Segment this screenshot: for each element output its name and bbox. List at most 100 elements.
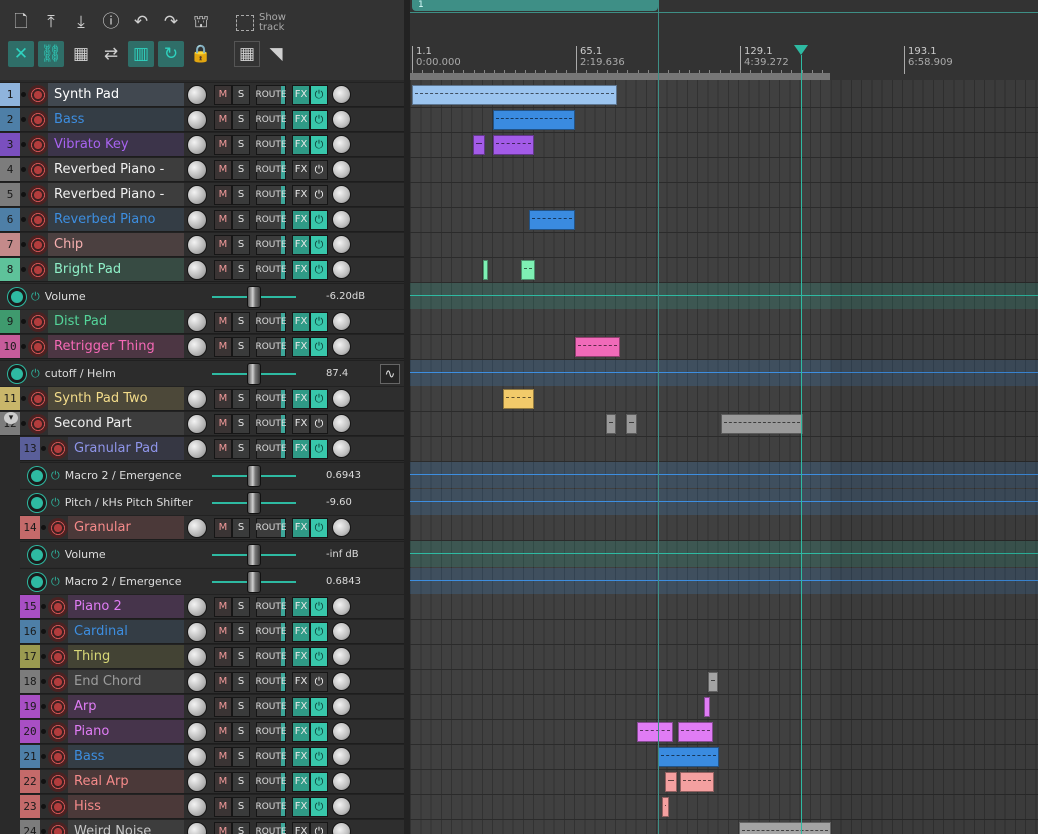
track-row[interactable]: 24 Weird Noise M S ROUTE FX ⏻ xyxy=(20,819,404,834)
pan-knob[interactable] xyxy=(332,260,351,279)
fx-bypass-button[interactable]: ⏻ xyxy=(310,413,328,434)
mute-button[interactable]: M xyxy=(214,596,232,617)
solo-button[interactable]: S xyxy=(232,621,250,642)
volume-knob[interactable] xyxy=(187,84,207,105)
play-cursor-marker[interactable] xyxy=(794,45,808,55)
pan-knob[interactable] xyxy=(332,210,351,229)
new-file-icon[interactable]: 🗋 xyxy=(8,9,34,35)
track-row[interactable]: 13 Granular Pad M S ROUTE FX ⏻ xyxy=(20,436,404,461)
pan-knob[interactable] xyxy=(332,822,351,834)
pan-knob[interactable] xyxy=(332,747,351,766)
solo-button[interactable]: S xyxy=(232,596,250,617)
mute-button[interactable]: M xyxy=(214,134,232,155)
record-arm-button[interactable] xyxy=(48,821,68,834)
solo-button[interactable]: S xyxy=(232,721,250,742)
volume-knob[interactable] xyxy=(187,184,207,205)
mute-button[interactable]: M xyxy=(214,771,232,792)
volume-knob[interactable] xyxy=(187,821,207,834)
volume-knob[interactable] xyxy=(187,796,207,817)
envelope-shape-button[interactable]: ∿ xyxy=(380,364,400,384)
mute-button[interactable]: M xyxy=(214,746,232,767)
fx-bypass-button[interactable]: ⏻ xyxy=(310,259,328,280)
mute-button[interactable]: M xyxy=(214,413,232,434)
envelope-power-icon[interactable]: ⏻ xyxy=(31,367,40,381)
media-item[interactable] xyxy=(493,135,534,155)
pan-knob[interactable] xyxy=(332,414,351,433)
track-row[interactable]: 7 Chip M S ROUTE FX ⏻ xyxy=(0,232,404,257)
route-button[interactable]: ROUTE xyxy=(255,438,287,459)
track-row[interactable]: 18 End Chord M S ROUTE FX ⏻ xyxy=(20,669,404,694)
media-item[interactable] xyxy=(575,337,620,357)
track-name[interactable]: Weird Noise xyxy=(68,820,184,834)
ripple-icon[interactable]: ⇄ xyxy=(98,41,124,67)
redo-icon[interactable]: ↷ xyxy=(158,9,184,35)
volume-knob[interactable] xyxy=(187,696,207,717)
track-number[interactable]: 3 xyxy=(0,133,20,156)
media-item[interactable] xyxy=(473,135,485,155)
media-item[interactable] xyxy=(662,797,669,817)
route-button[interactable]: ROUTE xyxy=(255,209,287,230)
envelope-row[interactable]: ⏻ Volume -inf dB xyxy=(20,541,404,567)
mute-button[interactable]: M xyxy=(214,671,232,692)
volume-knob[interactable] xyxy=(187,621,207,642)
volume-knob[interactable] xyxy=(187,234,207,255)
solo-button[interactable]: S xyxy=(232,84,250,105)
record-arm-button[interactable] xyxy=(28,134,48,155)
envelope-arm-button[interactable] xyxy=(28,493,46,512)
record-arm-button[interactable] xyxy=(48,796,68,817)
media-item[interactable] xyxy=(680,772,714,792)
fx-bypass-button[interactable]: ⏻ xyxy=(310,771,328,792)
media-item[interactable] xyxy=(637,722,673,742)
track-row[interactable]: 22 Real Arp M S ROUTE FX ⏻ xyxy=(20,769,404,794)
track-name[interactable]: Cardinal xyxy=(68,620,184,643)
loop-icon[interactable]: ↻ xyxy=(158,41,184,67)
volume-knob[interactable] xyxy=(187,109,207,130)
fx-bypass-button[interactable]: ⏻ xyxy=(310,821,328,834)
volume-knob[interactable] xyxy=(187,413,207,434)
track-number[interactable]: 8 xyxy=(0,258,20,281)
pan-knob[interactable] xyxy=(332,722,351,741)
envelope-fader[interactable] xyxy=(212,465,296,487)
track-number[interactable]: 9 xyxy=(0,310,20,333)
track-name[interactable]: Vibrato Key xyxy=(48,133,184,156)
track-row[interactable]: 19 Arp M S ROUTE FX ⏻ xyxy=(20,694,404,719)
track-name[interactable]: Thing xyxy=(68,645,184,668)
track-number[interactable]: 20 xyxy=(20,720,40,743)
route-button[interactable]: ROUTE xyxy=(255,596,287,617)
envelope-fader[interactable] xyxy=(212,492,296,514)
fx-button[interactable]: FX xyxy=(292,234,310,255)
mute-button[interactable]: M xyxy=(214,821,232,834)
envelope-power-icon[interactable]: ⏻ xyxy=(51,548,60,562)
mute-button[interactable]: M xyxy=(214,84,232,105)
volume-knob[interactable] xyxy=(187,311,207,332)
volume-knob[interactable] xyxy=(187,438,207,459)
volume-knob[interactable] xyxy=(187,596,207,617)
record-arm-button[interactable] xyxy=(28,84,48,105)
track-number[interactable]: 14 xyxy=(20,516,40,539)
media-item[interactable] xyxy=(483,260,488,280)
record-arm-button[interactable] xyxy=(48,771,68,792)
track-name[interactable]: Chip xyxy=(48,233,184,256)
fx-bypass-button[interactable]: ⏻ xyxy=(310,671,328,692)
track-number[interactable]: 24 xyxy=(20,820,40,834)
media-item[interactable] xyxy=(493,110,575,130)
mute-button[interactable]: M xyxy=(214,184,232,205)
fx-button[interactable]: FX xyxy=(292,259,310,280)
track-number[interactable]: 15 xyxy=(20,595,40,618)
solo-button[interactable]: S xyxy=(232,311,250,332)
track-number[interactable]: 22 xyxy=(20,770,40,793)
envelope-power-icon[interactable]: ⏻ xyxy=(31,290,40,304)
pan-knob[interactable] xyxy=(332,312,351,331)
record-arm-button[interactable] xyxy=(28,413,48,434)
track-row[interactable]: 21 Bass M S ROUTE FX ⏻ xyxy=(20,744,404,769)
mute-button[interactable]: M xyxy=(214,234,232,255)
fx-button[interactable]: FX xyxy=(292,771,310,792)
media-item[interactable] xyxy=(503,389,534,409)
fx-button[interactable]: FX xyxy=(292,796,310,817)
envelope-fader[interactable] xyxy=(212,286,296,308)
fx-bypass-button[interactable]: ⏻ xyxy=(310,311,328,332)
media-item[interactable] xyxy=(529,210,575,230)
fx-bypass-button[interactable]: ⏻ xyxy=(310,621,328,642)
mute-button[interactable]: M xyxy=(214,517,232,538)
pan-knob[interactable] xyxy=(332,185,351,204)
